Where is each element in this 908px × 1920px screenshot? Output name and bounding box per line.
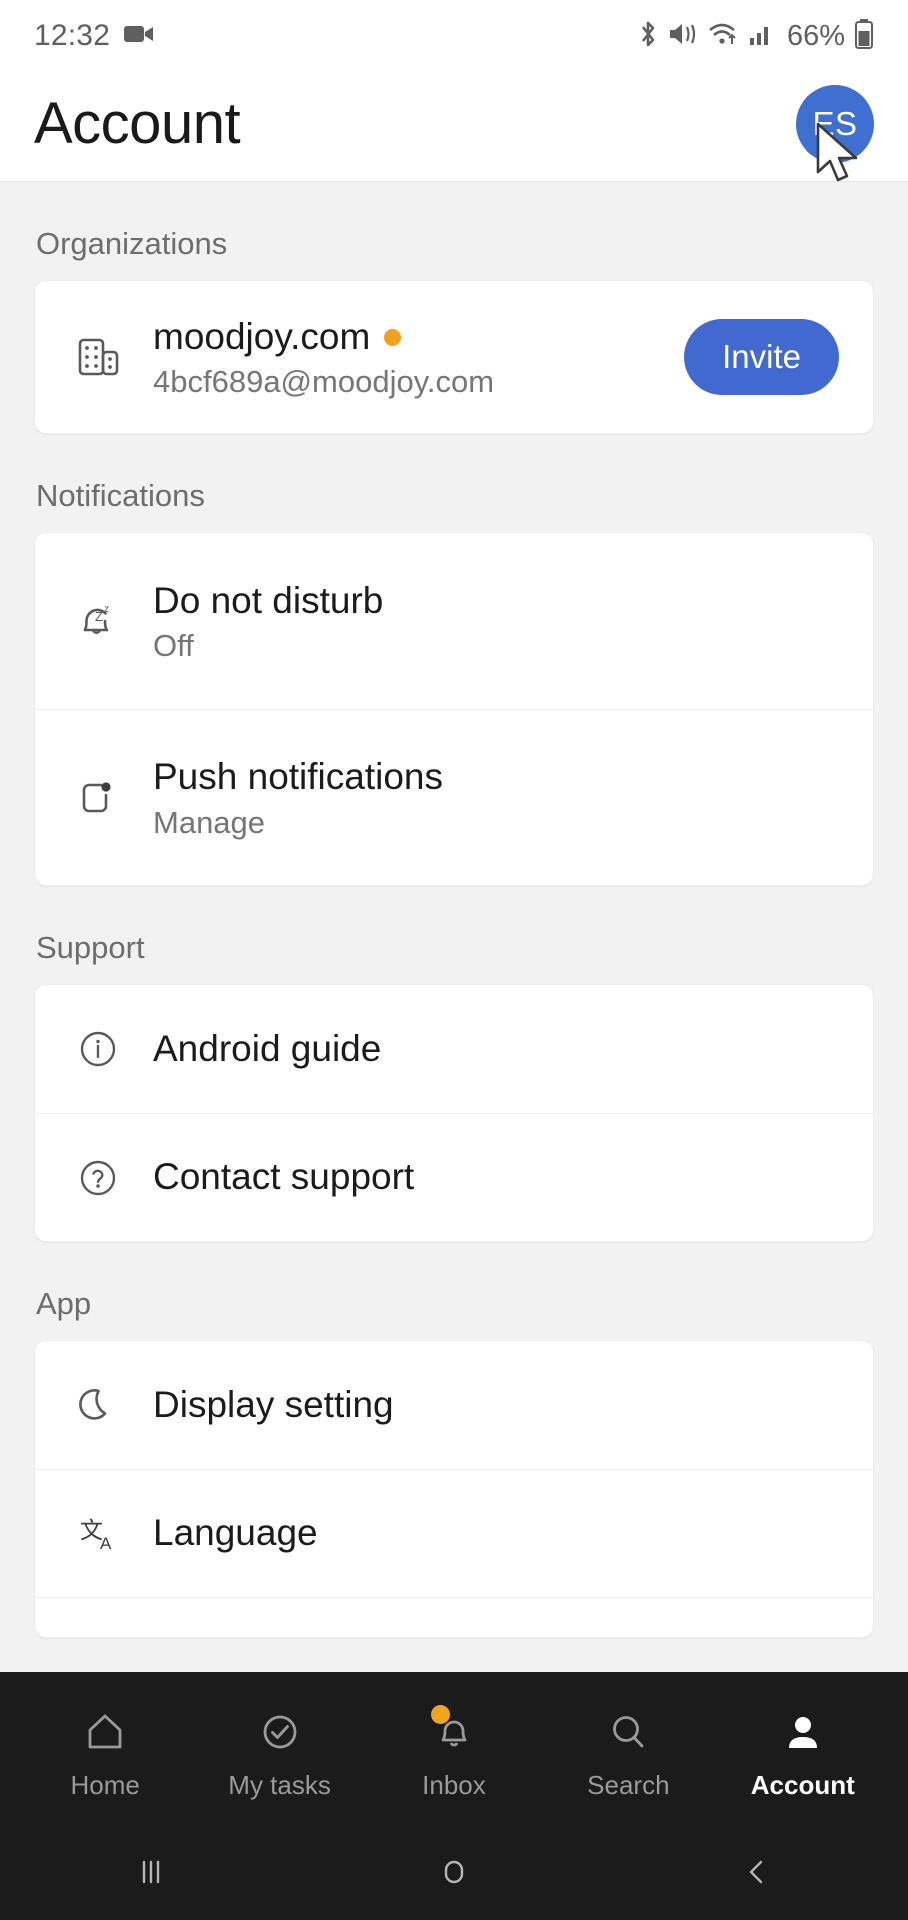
tab-inbox[interactable]: Inbox [380,1703,528,1801]
section-label-organizations: Organizations [36,226,228,261]
android-guide-title: Android guide [153,1027,382,1069]
section-label-app: App [36,1286,92,1321]
system-navigation-bar [0,1824,908,1920]
organization-email: 4bcf689a@moodjoy.com [153,364,495,400]
clock: 12:32 [34,19,111,52]
check-circle-icon [258,1703,302,1761]
home-square-icon[interactable] [364,1852,544,1892]
tab-label-my-tasks: My tasks [228,1770,331,1800]
search-icon [606,1703,650,1761]
battery-percent: 66% [786,19,845,52]
cellular-signal-icon [748,21,774,52]
battery-icon [854,18,874,54]
push-text: Push notifications Manage [153,754,839,840]
tab-label-home: Home [70,1770,140,1800]
bluetooth-icon [637,19,659,54]
settings-scroll-area[interactable]: Organizations moodjoy.com 4bcf689a@moodj… [0,182,908,1672]
bell-sleep-icon: Z z [69,592,127,650]
push-notification-icon [69,769,127,827]
tab-label-inbox: Inbox [422,1770,486,1800]
contact-support-text: Contact support [153,1154,839,1200]
person-icon [781,1703,825,1761]
svg-text:Z: Z [95,609,103,624]
mute-icon [668,20,698,53]
list-item-android-guide[interactable]: Android guide [35,985,873,1113]
video-camera-icon [124,23,154,50]
app-bar: Account ES [0,72,908,182]
list-item-push-notifications[interactable]: Push notifications Manage [35,709,873,885]
status-bar-right: 66% [637,18,874,54]
push-title: Push notifications [153,756,444,798]
recents-icon[interactable] [61,1852,241,1892]
display-setting-text: Display setting [153,1382,839,1428]
list-item-do-not-disturb[interactable]: Z z Do not disturb Off [35,533,873,709]
contact-support-title: Contact support [153,1156,415,1198]
organization-title-wrap: moodjoy.com [153,314,658,360]
list-item-organization[interactable]: moodjoy.com 4bcf689a@moodjoy.com Invite [35,281,873,433]
dnd-title: Do not disturb [153,579,384,621]
android-guide-text: Android guide [153,1026,839,1072]
status-badge-dot [384,328,402,346]
section-label-support: Support [36,930,145,965]
dnd-text: Do not disturb Off [153,578,839,664]
tab-label-account: Account [750,1770,855,1800]
list-item-display-setting[interactable]: Display setting [35,1341,873,1469]
wifi-icon [707,20,739,53]
invite-button[interactable]: Invite [684,319,839,395]
organization-text: moodjoy.com 4bcf689a@moodjoy.com [153,314,658,400]
notifications-card: Z z Do not disturb Off Push notification… [34,532,874,886]
svg-text:A: A [100,1534,112,1553]
bell-icon [430,1703,476,1761]
bottom-tab-bar: Home My tasks Inbox Search Account [0,1672,908,1824]
organizations-card: moodjoy.com 4bcf689a@moodjoy.com Invite [34,280,874,434]
section-label-notifications: Notifications [36,478,205,513]
push-value: Manage [153,804,266,840]
moon-icon [69,1376,127,1434]
inbox-badge-dot [430,1705,450,1724]
status-bar-left: 12:32 [34,19,154,53]
language-title: Language [153,1512,318,1554]
display-setting-title: Display setting [153,1383,394,1425]
tab-account[interactable]: Account [729,1703,877,1801]
dnd-value: Off [153,628,194,664]
list-item-language[interactable]: 文 A Language [35,1469,873,1597]
tab-label-search: Search [587,1770,670,1800]
tab-home[interactable]: Home [31,1703,179,1801]
question-circle-icon [69,1149,127,1207]
language-text: Language [153,1510,839,1556]
app-card: Display setting 文 A Language [34,1340,874,1638]
tab-search[interactable]: Search [554,1703,702,1801]
home-icon [83,1703,127,1761]
translate-icon: 文 A [69,1505,127,1563]
svg-text:z: z [104,604,109,615]
list-item-partial[interactable] [35,1597,873,1637]
page-title: Account [34,91,241,156]
support-card: Android guide Contact support [34,984,874,1242]
phone-screen: 12:32 66% Account ES Organizations moodj… [0,0,908,1920]
status-bar: 12:32 66% [0,0,908,72]
organization-name: moodjoy.com [153,315,371,357]
avatar[interactable]: ES [796,84,874,163]
info-circle-icon [69,1020,127,1078]
building-icon [69,328,127,386]
tab-my-tasks[interactable]: My tasks [206,1703,354,1801]
back-chevron-icon[interactable] [667,1852,847,1892]
list-item-contact-support[interactable]: Contact support [35,1113,873,1241]
